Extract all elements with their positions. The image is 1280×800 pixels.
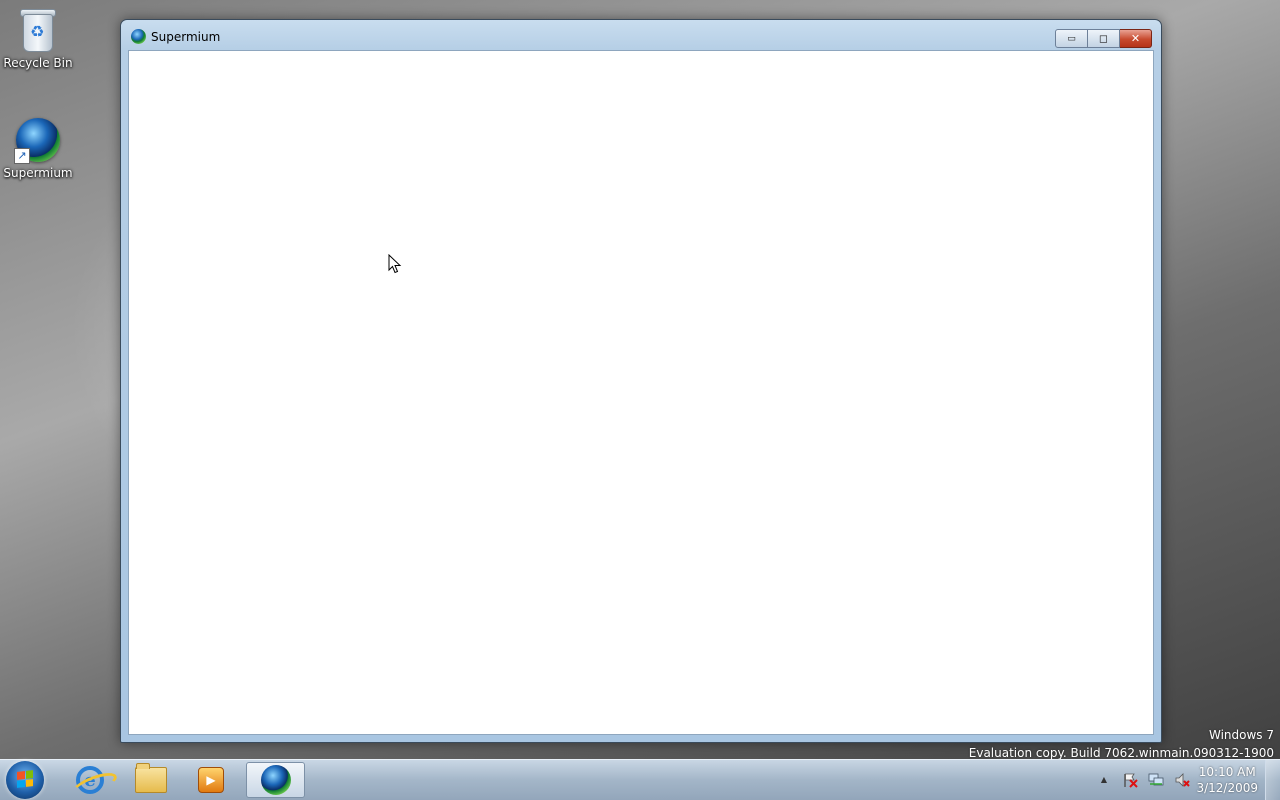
clock-date: 3/12/2009 xyxy=(1196,781,1258,795)
maximize-button[interactable]: ◻ xyxy=(1088,29,1120,48)
window-content-area[interactable] xyxy=(128,50,1154,735)
volume-muted-icon[interactable] xyxy=(1174,772,1190,788)
shortcut-arrow-icon: ↗ xyxy=(14,148,30,164)
window-controls: ▭ ◻ ✕ xyxy=(1055,29,1152,48)
desktop-icon-recycle-bin[interactable]: ♻ Recycle Bin xyxy=(0,6,76,70)
window-titlebar[interactable]: Supermium ▭ ◻ ✕ xyxy=(121,20,1161,50)
taskbar-button-supermium[interactable] xyxy=(246,762,305,798)
media-player-icon: ▶ xyxy=(198,767,224,793)
supermium-window: Supermium ▭ ◻ ✕ xyxy=(120,19,1162,743)
windows-logo-icon xyxy=(17,770,33,788)
show-hidden-icons-button[interactable]: ▲ xyxy=(1096,772,1112,788)
minimize-icon: ▭ xyxy=(1067,33,1076,44)
clock-time: 10:10 AM xyxy=(1198,765,1256,779)
windows-explorer-icon xyxy=(135,763,167,793)
desktop-icon-label: Supermium xyxy=(3,166,73,180)
start-button[interactable] xyxy=(6,761,44,799)
action-center-flag-icon[interactable] xyxy=(1122,772,1138,788)
supermium-icon xyxy=(260,765,291,795)
supermium-icon: ↗ xyxy=(14,116,62,164)
taskbar-button-internet-explorer[interactable]: e xyxy=(62,762,118,798)
supermium-icon[interactable] xyxy=(131,29,146,44)
close-icon: ✕ xyxy=(1130,32,1141,45)
network-icon[interactable] xyxy=(1148,772,1164,788)
watermark-os: Windows 7 xyxy=(1208,728,1274,742)
taskbar-button-media-player[interactable]: ▶ xyxy=(183,762,239,798)
minimize-button[interactable]: ▭ xyxy=(1055,29,1088,48)
desktop-icon-supermium[interactable]: ↗ Supermium xyxy=(0,116,76,180)
system-clock[interactable]: 10:10 AM 3/12/2009 xyxy=(1196,764,1258,796)
notification-area: ▲ xyxy=(1096,768,1190,792)
internet-explorer-icon: e xyxy=(76,766,104,794)
maximize-icon: ◻ xyxy=(1098,32,1109,45)
recycle-bin-icon: ♻ xyxy=(14,6,62,54)
windows-watermark: Windows 7 Evaluation copy. Build 7062.wi… xyxy=(969,726,1274,762)
show-desktop-button[interactable] xyxy=(1265,760,1280,800)
desktop-icon-label: Recycle Bin xyxy=(3,56,73,70)
taskbar: e ▶ ▲ 10:10 AM 3/12/2009 xyxy=(0,759,1280,800)
taskbar-button-explorer[interactable] xyxy=(123,762,179,798)
window-title: Supermium xyxy=(151,30,221,44)
close-button[interactable]: ✕ xyxy=(1120,29,1152,48)
